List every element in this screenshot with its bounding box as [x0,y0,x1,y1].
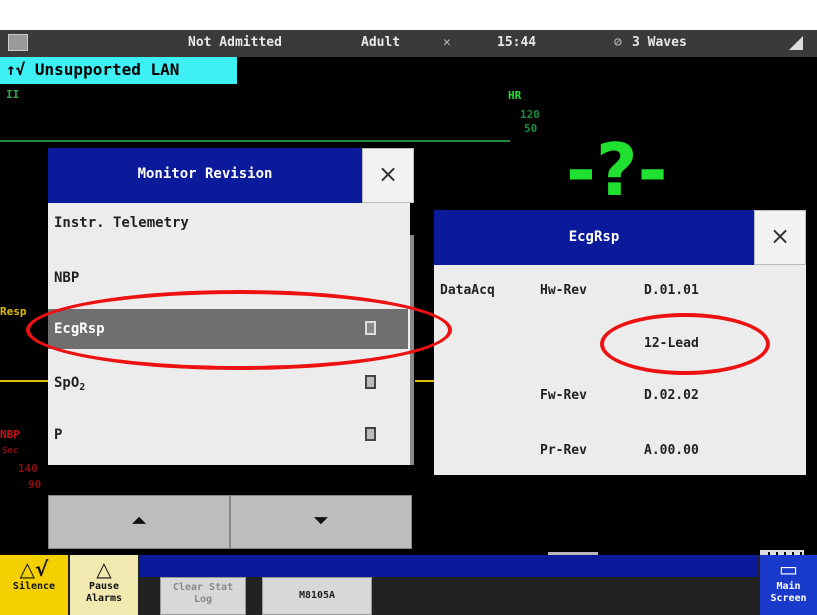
document-icon [365,375,376,389]
main-screen-label: Main Screen [770,581,807,604]
status-bar: Not Admitted Adult ✕ 15:44 ⊘ 3 Waves [0,30,817,57]
hr-alarm-lower: 50 [524,122,538,135]
patient-category[interactable]: Adult [361,35,400,50]
hw-rev-label: Hw-Rev [540,283,587,298]
bed-icon [8,34,28,51]
waves-count[interactable]: 3 Waves [632,35,687,50]
list-item-label: SpO2 [54,375,85,393]
admit-status[interactable]: Not Admitted [188,35,282,50]
lead-label: II [6,88,20,101]
hr-label: HR [508,89,522,102]
highlight-ellipse-12lead [600,313,770,375]
list-item-p[interactable]: P [48,415,408,455]
list-item-label: Instr. Telemetry [54,215,189,231]
alarm-silence-icon: △√ [19,557,49,581]
hr-alarm-upper: 120 [520,108,540,121]
model-button[interactable]: M8105A [262,577,372,615]
clock: 15:44 [497,35,537,50]
spo2-main: SpO [54,375,80,391]
highlight-ellipse-ecgrsp [26,290,452,370]
ecgrsp-details: DataAcq Hw-Rev D.01.01 12-Lead Fw-Rev D.… [434,265,806,475]
key-bar-header [140,555,757,577]
document-icon [365,427,376,441]
nbp-value-2: 90 [28,478,42,491]
silence-label: Silence [12,581,56,592]
pause-alarms-key[interactable]: △ Pause Alarms [70,555,138,615]
alarm-bell-icon: ✕ [443,35,451,50]
ecg-wave-baseline [0,140,510,142]
hr-value: -?- [566,128,668,212]
waves-icon: ⊘ [614,35,622,50]
ecgrsp-close-button[interactable]: × [754,210,806,265]
list-item-label: P [54,427,63,443]
main-screen-key[interactable]: ▭ Main Screen [760,555,817,615]
nbp-sub-label: Sec [2,446,19,456]
main-screen-icon: ▭ [779,557,798,581]
silence-key[interactable]: △√ Silence [0,555,68,615]
page-up-button[interactable]: ⏶ [48,495,230,549]
resp-wave-left [0,380,50,382]
fw-rev-value: D.02.02 [644,388,699,403]
pr-rev-value: A.00.00 [644,443,699,458]
pause-label: Pause Alarms [85,581,123,604]
nbp-value-1: 140 [18,462,38,475]
ecgrsp-title: EcgRsp [434,210,754,265]
fw-rev-label: Fw-Rev [540,388,587,403]
list-item-instr-telemetry[interactable]: Instr. Telemetry [48,203,408,243]
spo2-subscript: 2 [79,382,86,393]
pr-rev-label: Pr-Rev [540,443,587,458]
resp-wave-right [415,380,435,382]
page-down-button[interactable]: ⏷ [230,495,412,549]
nbp-label: NBP [0,428,20,441]
signal-icon [789,36,803,50]
monitor-revision-title: Monitor Revision [48,148,362,203]
data-acq-label: DataAcq [440,283,495,298]
lan-warning-banner: ↑√ Unsupported LAN [0,57,237,84]
clear-stat-log-button[interactable]: Clear Stat Log [160,577,246,615]
monitor-revision-close-button[interactable]: × [362,148,414,203]
alarm-pause-icon: △ [96,557,112,581]
resp-label: Resp [0,305,27,318]
list-item-label: NBP [54,270,80,286]
hw-rev-value: D.01.01 [644,283,699,298]
